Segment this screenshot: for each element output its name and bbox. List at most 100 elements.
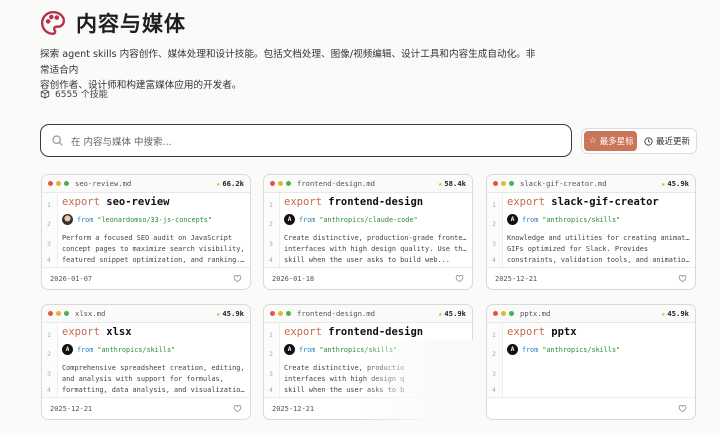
card-filename: frontend-design.md <box>297 179 375 188</box>
card-footer: 2026-01-18 <box>264 267 472 289</box>
description-line: Create distinctive, productio <box>284 364 405 372</box>
card-header: seo-review.md ★ 66.2k <box>42 175 250 193</box>
skill-card[interactable]: slack-gif-creator.md ★ 45.9k 1 2 3 4 expo… <box>486 174 696 290</box>
dot-yellow <box>278 181 283 186</box>
sort-recent-button[interactable]: 最近更新 <box>639 131 695 151</box>
card-footer: 2025-12-21 <box>264 397 472 419</box>
skill-count-label: 6555 个技能 <box>55 90 108 100</box>
description-line: interfaces with high design quality. Use… <box>284 245 470 254</box>
line-gutter: 1 2 3 4 <box>264 323 280 399</box>
heart-icon[interactable] <box>455 274 464 283</box>
dot-yellow <box>56 311 61 316</box>
export-keyword: export <box>507 326 545 338</box>
description-line: Knowledge and utilities for creating ani… <box>507 234 693 242</box>
dot-red <box>48 311 53 316</box>
source-repo: "anthropics/skills" <box>542 215 621 224</box>
heart-icon[interactable] <box>233 404 242 413</box>
source-repo: "anthropics/skills" <box>319 345 398 354</box>
export-keyword: export <box>284 196 322 208</box>
description-line: 探索 agent skills 内容创作、媒体处理和设计技能。包括文档处理、图像… <box>40 49 536 76</box>
heart-icon[interactable] <box>678 404 687 413</box>
line-gutter: 1 2 3 4 <box>42 323 58 399</box>
card-header: frontend-design.md ★ 45.9k <box>264 305 472 323</box>
dot-red <box>270 311 275 316</box>
card-source: from "leonardomso/33-js-concepts" <box>62 214 212 225</box>
card-source: Afrom "anthropics/skills" <box>507 214 620 225</box>
line-number: 4 <box>269 386 273 394</box>
skill-name: xlsx <box>106 326 132 338</box>
line-number: 4 <box>492 256 496 264</box>
search-input[interactable]: 在 内容与媒体 中搜索... <box>40 124 572 157</box>
heart-icon[interactable] <box>678 274 687 283</box>
dot-red <box>493 311 498 316</box>
anthropic-avatar: A <box>62 344 73 355</box>
export-keyword: export <box>62 196 100 208</box>
skill-card[interactable]: frontend-design.md ★ 45.9k 1 2 3 4 export… <box>263 304 473 420</box>
skill-card[interactable]: xlsx.md ★ 45.9k 1 2 3 4 export xlsx Afrom… <box>41 304 251 420</box>
description-line: GIFs optimized for Slack. Provides <box>507 245 649 254</box>
card-title: export seo-review <box>62 196 169 208</box>
page-description: 探索 agent skills 内容创作、媒体处理和设计技能。包括文档处理、图像… <box>40 47 540 94</box>
line-number: 2 <box>269 350 273 358</box>
card-description: Knowledge and utilities for creating ani… <box>507 233 693 267</box>
source-repo: "anthropics/skills" <box>542 345 621 354</box>
description-line: concept pages to maximize search visibil… <box>62 245 245 254</box>
dot-green <box>509 181 514 186</box>
export-keyword: export <box>284 326 322 338</box>
skill-card[interactable]: frontend-design.md ★ 58.4k 1 2 3 4 export… <box>263 174 473 290</box>
card-title: export slack-gif-creator <box>507 196 659 208</box>
heart-icon[interactable] <box>233 274 242 283</box>
line-number: 2 <box>269 220 273 228</box>
dot-green <box>64 311 69 316</box>
star-count: 45.9k <box>667 179 689 188</box>
cube-icon <box>40 88 50 99</box>
avatar <box>62 214 73 225</box>
card-title: export pptx <box>507 326 577 338</box>
window-dots <box>493 181 514 186</box>
line-number: 4 <box>47 386 51 394</box>
skill-count: 6555 个技能 <box>40 87 108 100</box>
dot-red <box>493 181 498 186</box>
clock-icon <box>644 136 653 146</box>
skill-card[interactable]: seo-review.md ★ 66.2k 1 2 3 4 export seo-… <box>41 174 251 290</box>
line-number: 1 <box>269 331 273 339</box>
card-source: Afrom "anthropics/skills" <box>284 344 397 355</box>
skill-card[interactable]: pptx.md ★ 45.9k 1 2 3 4 export pptx Afrom… <box>486 304 696 420</box>
line-number: 1 <box>47 331 51 339</box>
card-footer: 2025-12-21 <box>487 267 695 289</box>
source-repo: "leonardomso/33-js-concepts" <box>97 215 212 224</box>
page-title: 内容与媒体 <box>76 12 186 36</box>
line-number: 1 <box>492 331 496 339</box>
window-dots <box>270 311 291 316</box>
line-number: 2 <box>492 220 496 228</box>
dot-red <box>48 181 53 186</box>
description-line: skill when the user asks to b <box>284 386 405 395</box>
heart-icon[interactable] <box>455 404 464 413</box>
window-dots <box>48 181 69 186</box>
line-gutter: 1 2 3 4 <box>487 193 503 269</box>
card-header: slack-gif-creator.md ★ 45.9k <box>487 175 695 193</box>
line-number: 2 <box>47 350 51 358</box>
star-icon: ☆ <box>589 136 597 146</box>
card-header: frontend-design.md ★ 58.4k <box>264 175 472 193</box>
card-filename: pptx.md <box>520 309 551 318</box>
description-line: Perform a focused SEO audit on JavaScrip… <box>62 234 233 242</box>
line-number: 4 <box>269 256 273 264</box>
description-line: interfaces with high design q <box>284 375 405 384</box>
line-number: 1 <box>269 201 273 209</box>
description-line: skill when the user asks to build web... <box>284 256 450 265</box>
card-date: 2025-12-21 <box>50 404 93 413</box>
card-date: 2026-01-07 <box>50 274 93 283</box>
skill-name: seo-review <box>106 196 170 208</box>
card-footer <box>487 397 695 419</box>
card-header: pptx.md ★ 45.9k <box>487 305 695 323</box>
window-dots <box>493 311 514 316</box>
description-line: Create distinctive, production-grade fro… <box>284 234 470 242</box>
sort-most-stars-button[interactable]: ☆ 最多星标 <box>584 131 637 151</box>
card-stars: ★ 45.9k <box>661 179 689 188</box>
card-footer: 2025-12-21 <box>42 397 250 419</box>
page-header: 内容与媒体 <box>40 8 186 38</box>
anthropic-avatar: A <box>507 214 518 225</box>
card-header: xlsx.md ★ 45.9k <box>42 305 250 323</box>
description-line: 容创作者、设计师和构建富媒体应用的开发者。 <box>40 80 242 91</box>
